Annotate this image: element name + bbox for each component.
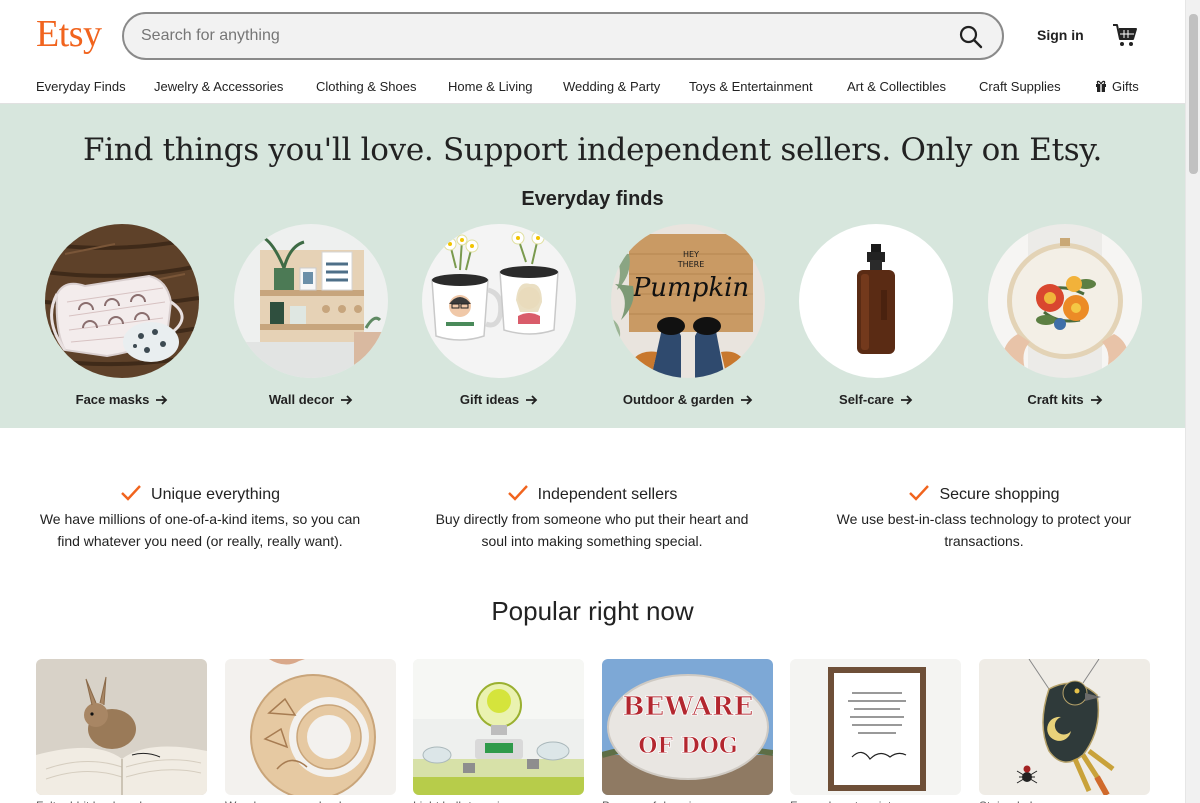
product-card-3[interactable]: [413, 659, 584, 795]
arrow-right-icon: [526, 395, 538, 405]
feature-body: We use best-in-class technology to prote…: [836, 511, 1132, 549]
product-card-4[interactable]: BEWARE OF DOG: [602, 659, 773, 795]
nav-clothing-shoes[interactable]: Clothing & Shoes: [316, 79, 416, 94]
feature-heading: Independent sellers: [422, 484, 762, 504]
category-image-gift-ideas: [422, 224, 576, 378]
feature-secure: Secure shopping We use best-in-class tec…: [814, 484, 1154, 552]
arrow-right-icon: [741, 395, 753, 405]
category-wall-decor[interactable]: Wall decor: [234, 224, 388, 414]
hero-subtitle: Everyday finds: [521, 188, 664, 210]
category-image-craft-kits: [988, 224, 1142, 378]
product-name[interactable]: Beware of dog sign: [602, 799, 773, 803]
nav-gifts[interactable]: Gifts: [1095, 79, 1139, 94]
feature-title: Secure shopping: [939, 486, 1060, 503]
popular-heading: Popular right now: [491, 596, 694, 626]
feature-heading: Secure shopping: [814, 484, 1154, 504]
product-card-2[interactable]: [225, 659, 396, 795]
nav-everyday-finds[interactable]: Everyday Finds: [36, 79, 126, 94]
category-label: Outdoor & garden: [581, 392, 795, 407]
product-image: [36, 659, 207, 795]
category-outdoor-garden[interactable]: HEY THERE Pumpkin Outdoor & garden: [611, 224, 765, 414]
feature-independent: Independent sellers Buy directly from so…: [422, 484, 762, 552]
checkmark-icon: [507, 485, 528, 501]
category-label: Gift ideas: [392, 392, 606, 407]
category-self-care[interactable]: Self-care: [799, 224, 953, 414]
product-image: [979, 659, 1150, 795]
category-face-masks[interactable]: Face masks: [45, 224, 199, 414]
product-image: [225, 659, 396, 795]
nav-toys-entertainment[interactable]: Toys & Entertainment: [689, 79, 813, 94]
shopping-cart-icon[interactable]: [1112, 22, 1138, 48]
arrow-right-icon: [900, 395, 913, 405]
category-image-self-care: [799, 224, 953, 378]
product-card-1[interactable]: [36, 659, 207, 795]
category-image-wall-decor: [234, 224, 388, 378]
category-label-text: Face masks: [75, 392, 150, 407]
arrow-right-icon: [1090, 395, 1102, 405]
search-input[interactable]: [141, 24, 921, 48]
nav-craft-supplies[interactable]: Craft Supplies: [979, 79, 1061, 94]
category-label: Self-care: [769, 392, 983, 407]
sign-of-dog: OF DOG: [638, 733, 737, 759]
category-craft-kits[interactable]: Craft kits: [988, 224, 1142, 414]
category-nav: Everyday Finds Jewelry & Accessories Clo…: [0, 70, 1185, 104]
category-label: Wall decor: [204, 392, 418, 407]
category-label: Craft kits: [958, 392, 1172, 407]
product-name[interactable]: Framed quote print: [790, 799, 961, 803]
product-name[interactable]: Felt rabbit bookmark: [36, 799, 207, 803]
sign-in-link[interactable]: Sign in: [1037, 27, 1084, 43]
category-label-text: Self-care: [839, 392, 894, 407]
page-scrollbar[interactable]: [1185, 0, 1200, 803]
checkmark-icon: [121, 485, 141, 501]
checkmark-icon: [909, 485, 930, 501]
search-bar[interactable]: [122, 12, 1004, 60]
etsy-logo[interactable]: Etsy: [36, 12, 102, 56]
category-label: Face masks: [15, 392, 229, 407]
product-image: BEWARE OF DOG: [602, 659, 773, 795]
feature-heading: Unique everything: [30, 484, 370, 504]
product-card-5[interactable]: [790, 659, 961, 795]
search-icon[interactable]: [958, 24, 984, 50]
product-card-6[interactable]: [979, 659, 1150, 795]
product-image: [790, 659, 961, 795]
gift-icon: [1096, 80, 1106, 92]
product-name[interactable]: Stained glass raven: [979, 799, 1150, 803]
category-label-text: Outdoor & garden: [622, 392, 735, 407]
nav-art-collectibles[interactable]: Art & Collectibles: [847, 79, 946, 94]
doormat-hey: HEY: [683, 250, 699, 259]
hero-title: Find things you'll love. Support indepen…: [82, 132, 1103, 168]
nav-gifts-label: Gifts: [1112, 79, 1139, 94]
category-image-face-masks: [45, 224, 199, 378]
hero-banner: Find things you'll love. Support indepen…: [0, 104, 1185, 428]
product-name[interactable]: Wooden moon calendar: [225, 799, 396, 803]
doormat-there: THERE: [677, 260, 705, 269]
arrow-right-icon: [156, 395, 168, 405]
category-image-outdoor-garden: HEY THERE Pumpkin: [611, 224, 765, 378]
arrow-right-icon: [341, 395, 353, 405]
doormat-pumpkin: Pumpkin: [632, 273, 749, 303]
product-image: [413, 659, 584, 795]
nav-home-living[interactable]: Home & Living: [448, 79, 533, 94]
feature-title: Independent sellers: [537, 486, 678, 503]
category-label-text: Wall decor: [268, 392, 335, 407]
nav-wedding-party[interactable]: Wedding & Party: [563, 79, 660, 94]
category-label-text: Craft kits: [1027, 392, 1084, 407]
feature-body: Buy directly from someone who put their …: [435, 511, 749, 549]
product-name[interactable]: Light bulb terrarium: [413, 799, 584, 803]
scrollbar-thumb[interactable]: [1189, 14, 1198, 174]
category-label-text: Gift ideas: [459, 392, 520, 407]
sign-beware: BEWARE: [623, 692, 754, 722]
feature-unique: Unique everything We have millions of on…: [30, 484, 370, 552]
category-gift-ideas[interactable]: Gift ideas: [422, 224, 576, 414]
feature-body: We have millions of one-of-a-kind items,…: [39, 511, 361, 549]
feature-title: Unique everything: [151, 486, 280, 503]
nav-jewelry-accessories[interactable]: Jewelry & Accessories: [154, 79, 283, 94]
site-header: Etsy Sign in: [0, 0, 1185, 70]
